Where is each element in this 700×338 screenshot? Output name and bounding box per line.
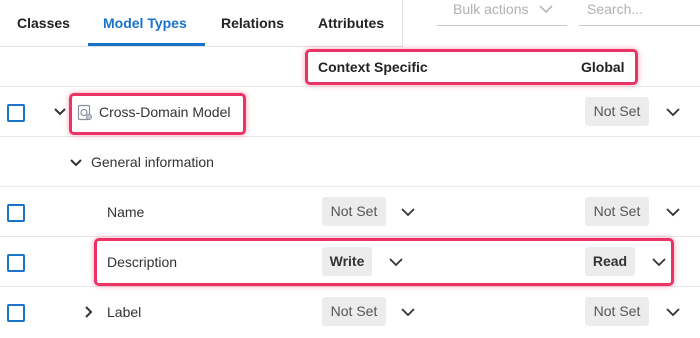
table-row-description: Description Write Read [0, 236, 700, 287]
chevron-down-icon[interactable] [665, 307, 681, 317]
table-row-group: General information [0, 136, 700, 187]
search-field[interactable]: Search... [579, 0, 700, 26]
global-permission-select[interactable]: Not Set [585, 197, 649, 226]
chevron-down-icon [539, 5, 553, 14]
chevron-down-icon[interactable] [665, 107, 681, 117]
bulk-actions-label: Bulk actions [453, 1, 529, 17]
group-label[interactable]: General information [91, 154, 214, 170]
chevron-down-icon[interactable] [400, 307, 416, 317]
chevron-down-icon[interactable] [388, 257, 404, 267]
chevron-down-icon[interactable] [69, 158, 83, 168]
table-row-label: Label Not Set Not Set [0, 286, 700, 338]
model-name[interactable]: Cross-Domain Model [99, 104, 230, 120]
context-permission-select[interactable]: Not Set [322, 197, 386, 226]
global-permission-select[interactable]: Read [585, 247, 635, 276]
tab-bar: Classes Model Types Relations Attributes [0, 0, 403, 47]
row-checkbox[interactable] [7, 104, 25, 122]
row-checkbox[interactable] [7, 254, 25, 272]
column-context-specific: Context Specific [318, 59, 428, 75]
search-input[interactable]: Search... [587, 0, 643, 18]
context-permission-select[interactable]: Write [322, 247, 372, 276]
chevron-down-icon[interactable] [53, 107, 67, 117]
context-permission-select[interactable]: Not Set [322, 297, 386, 326]
attribute-name: Name [107, 204, 145, 220]
chevron-down-icon[interactable] [665, 207, 681, 217]
table-row-name: Name Not Set Not Set [0, 186, 700, 237]
attribute-name: Description [107, 254, 178, 270]
tab-attributes[interactable]: Attributes [318, 0, 384, 46]
tab-classes[interactable]: Classes [17, 0, 70, 46]
row-checkbox[interactable] [7, 204, 25, 222]
chevron-down-icon[interactable] [400, 207, 416, 217]
chevron-right-icon[interactable] [84, 305, 94, 319]
global-permission-select[interactable]: Not Set [585, 297, 649, 326]
model-icon [77, 104, 92, 121]
row-checkbox[interactable] [7, 304, 25, 322]
attribute-name[interactable]: Label [107, 304, 141, 320]
column-header-row: Context Specific Global [0, 46, 700, 86]
global-permission-select[interactable]: Not Set [585, 97, 649, 126]
chevron-down-icon[interactable] [651, 257, 667, 267]
tab-relations[interactable]: Relations [221, 0, 284, 46]
tab-model-types[interactable]: Model Types [103, 0, 187, 46]
column-global: Global [581, 59, 625, 75]
table-row-model: Cross-Domain Model Not Set [0, 86, 700, 137]
bulk-actions-dropdown[interactable]: Bulk actions [437, 0, 567, 26]
